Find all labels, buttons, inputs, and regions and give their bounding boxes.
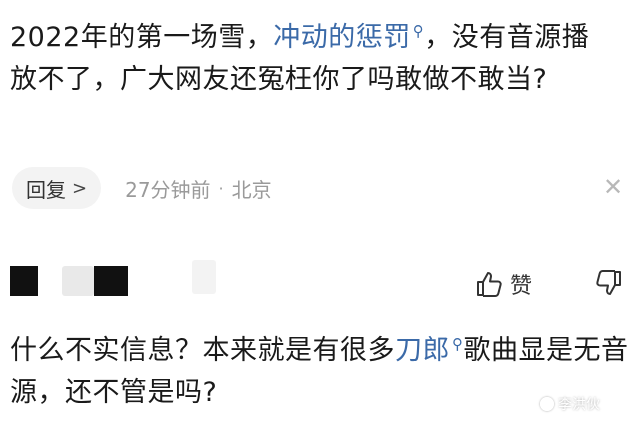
watermark-text: 李洪伙 bbox=[558, 397, 600, 413]
redacted-username-part bbox=[192, 260, 216, 294]
watermark: 李洪伙 bbox=[540, 394, 600, 414]
comment-location: 北京 bbox=[231, 177, 272, 202]
like-label: 赞 bbox=[510, 274, 533, 299]
search-link-daolang[interactable]: 刀郎 ⚲ bbox=[395, 335, 464, 366]
comment-text-1: 2022年的第一场雪，冲动的惩罚 ⚲，没有音源播放不了，广大网友还冤枉你了吗敢做不… bbox=[10, 10, 610, 101]
meta-separator: · bbox=[218, 178, 224, 198]
comment-text-part: 2022年的第一场雪， bbox=[10, 22, 274, 53]
reply-label: 回复 bbox=[26, 177, 66, 202]
redacted-username-part bbox=[62, 266, 94, 296]
comment-meta: 回复 > 27分钟前 · 北京 bbox=[12, 166, 272, 210]
reply-button[interactable]: 回复 > bbox=[12, 167, 102, 209]
search-link-label: 刀郎 bbox=[395, 335, 450, 366]
search-link-label: 冲动的惩罚 bbox=[273, 22, 411, 53]
chevron-right-icon: > bbox=[72, 177, 88, 199]
dislike-button[interactable] bbox=[594, 268, 624, 302]
comment-text-part: 什么不实信息？本来就是有很多 bbox=[10, 335, 395, 366]
comment-text-2: 什么不实信息？本来就是有很多刀郎 ⚲歌曲显是无音源，还不管是吗? bbox=[10, 323, 630, 414]
comment-time: 27分钟前 bbox=[125, 177, 211, 202]
thumbs-up-icon bbox=[477, 272, 502, 297]
search-icon: ⚲ bbox=[452, 335, 464, 353]
watermark-logo-icon bbox=[540, 397, 554, 411]
search-icon: ⚲ bbox=[412, 22, 425, 40]
redacted-avatar[interactable] bbox=[10, 266, 38, 296]
redacted-username-part bbox=[94, 266, 128, 296]
search-link-chongdong[interactable]: 冲动的惩罚 ⚲ bbox=[273, 22, 424, 53]
like-button[interactable]: 赞 bbox=[474, 268, 532, 300]
thumbs-down-icon bbox=[596, 270, 621, 295]
close-icon[interactable]: ✕ bbox=[600, 174, 626, 200]
